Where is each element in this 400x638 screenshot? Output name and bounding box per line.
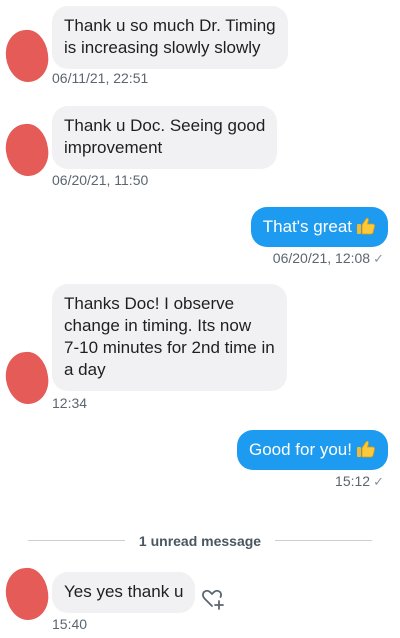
thumbs-up-emoji (357, 440, 375, 458)
message-line: Thanks Doc! I observe (64, 294, 235, 313)
unread-divider: 1 unread message (28, 533, 373, 549)
message-line: improvement (64, 138, 163, 157)
message-line: Thank u so much Dr. Timing (64, 16, 276, 35)
avatar[interactable] (2, 27, 52, 85)
message-line: Yes yes thank u (64, 582, 184, 601)
message-line: is increasing slowly slowly (64, 38, 261, 57)
sent-check-icon: ✓ (373, 474, 384, 489)
unread-label: 1 unread message (138, 532, 262, 549)
message-line: a day (64, 360, 106, 379)
message-timestamp: 06/11/21, 22:51 (52, 70, 149, 86)
outgoing-message[interactable]: That's great (250, 207, 388, 247)
message-timestamp: 15:40 (52, 616, 88, 632)
divider-line (28, 540, 125, 541)
thumbs-up-emoji (357, 217, 375, 235)
incoming-message[interactable]: Thanks Doc! I observe change in timing. … (52, 284, 287, 391)
timestamp-text: 15:12 (335, 473, 371, 489)
avatar[interactable] (2, 121, 52, 179)
message-line: 7-10 minutes for 2nd time in (64, 338, 275, 357)
sent-check-icon: ✓ (373, 251, 384, 266)
message-timestamp: 15:12 ✓ (335, 473, 384, 490)
message-timestamp: 12:34 (52, 395, 88, 411)
message-line: change in timing. Its now (64, 316, 252, 335)
avatar[interactable] (2, 349, 52, 407)
heart-plus-icon[interactable] (199, 584, 227, 612)
message-timestamp: 06/20/21, 11:50 (52, 172, 149, 188)
outgoing-message[interactable]: Good for you! (236, 430, 388, 470)
message-text: Good for you! (248, 440, 352, 459)
message-line: Thank u Doc. Seeing good (64, 116, 266, 135)
incoming-message[interactable]: Thank u Doc. Seeing good improvement (52, 106, 278, 169)
incoming-message[interactable]: Yes yes thank u (52, 572, 196, 613)
message-text: That's great (262, 217, 352, 236)
divider-line (275, 540, 373, 541)
incoming-message[interactable]: Thank u so much Dr. Timing is increasing… (52, 6, 288, 69)
timestamp-text: 06/20/21, 12:08 (272, 250, 371, 266)
message-timestamp: 06/20/21, 12:08 ✓ (273, 250, 384, 267)
avatar[interactable] (2, 565, 52, 623)
